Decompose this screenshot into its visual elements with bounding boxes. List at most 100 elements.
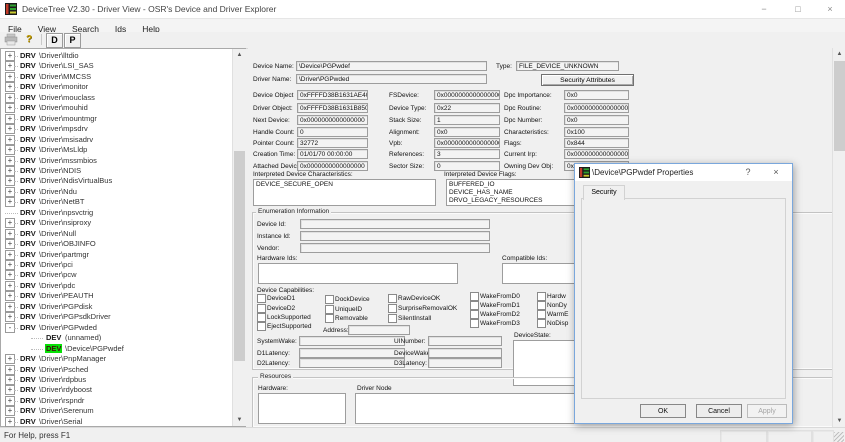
tree-item-driver-lltdio[interactable]: +DRV\Driver\lltdio [1,51,231,61]
tree-item-driver-null[interactable]: +DRV\Driver\Null [1,229,231,239]
tree-item-tag: DRV [19,302,37,311]
print-icon[interactable] [3,33,19,46]
checkbox-nodisp[interactable] [537,319,546,328]
tree-item-driver-pgpdisk[interactable]: +DRV\Driver\PGPdisk [1,302,231,312]
checkbox-dockdevice[interactable] [325,295,334,304]
tree-item-driver-mouhid[interactable]: +DRV\Driver\mouhid [1,103,231,113]
tree-item-label: \Driver\mouclass [39,93,95,102]
tree-item-driver-serenum[interactable]: +DRV\Driver\Serenum [1,406,231,416]
tree-item-label: \Driver\PGPdisk [39,302,92,311]
tree-item-driver-rspndr[interactable]: +DRV\Driver\rspndr [1,396,231,406]
security-attributes-button[interactable]: Security Attributes [541,74,634,86]
tree-item-tag: DRV [19,250,37,259]
tree-scrollbar-thumb[interactable] [234,151,245,361]
checkbox-label-silentinstall: SilentInstall [398,315,431,322]
tree-connector [14,108,18,109]
help-icon[interactable]: ? [21,33,37,46]
tree-item-unnamed[interactable]: DEV(unnamed) [1,333,231,343]
tree-item-device-pgpwdef[interactable]: DEV\Device\PGPwdef [1,344,231,354]
tree-item-driver-rdpbus[interactable]: +DRV\Driver\rdpbus [1,375,231,385]
dialog-help-icon[interactable]: ? [737,166,759,179]
scroll-up-icon[interactable]: ▲ [233,49,246,61]
tree-item-driver-mslldp[interactable]: +DRV\Driver\MsLldp [1,145,231,155]
checkbox-removable[interactable] [325,314,334,323]
vpb-label: Vpb: [389,140,402,147]
panel-scrollbar[interactable]: ▲ ▼ [832,48,845,427]
tree-item-driver-msisadrv[interactable]: +DRV\Driver\msisadrv [1,135,231,145]
tree-item-driver-mouclass[interactable]: +DRV\Driver\mouclass [1,93,231,103]
tree-item-tag: DRV [19,239,37,248]
checkbox-wakefromd0[interactable] [470,292,479,301]
checkbox-nondy[interactable] [537,301,546,310]
tree-item-driver-mpsdrv[interactable]: +DRV\Driver\mpsdrv [1,124,231,134]
tree-item-driver-mmcss[interactable]: +DRV\Driver\MMCSS [1,72,231,82]
checkbox-deviced1[interactable] [257,294,266,303]
tree-item-driver-ndisvirtualbus[interactable]: +DRV\Driver\NdisVirtualBus [1,176,231,186]
tree-item-driver-serial[interactable]: +DRV\Driver\Serial [1,417,231,427]
ok-button[interactable]: OK [640,404,686,418]
close-button[interactable]: × [816,2,844,16]
tree-item-driver-rdyboost[interactable]: +DRV\Driver\rdyboost [1,385,231,395]
checkbox-wakefromd2[interactable] [470,310,479,319]
checkbox-deviced2[interactable] [257,304,266,313]
scroll-up-icon[interactable]: ▲ [833,48,845,60]
tree-item-driver-pcw[interactable]: +DRV\Driver\pcw [1,270,231,280]
tree-item-label: \Driver\nsiproxy [39,218,91,227]
checkbox-warme[interactable] [537,310,546,319]
tree-connector [14,370,18,371]
hardware-ids-box [258,263,458,284]
tree-item-driver-peauth[interactable]: +DRV\Driver\PEAUTH [1,291,231,301]
panel-scrollbar-thumb[interactable] [834,61,845,151]
status-text: For Help, press F1 [4,431,70,440]
resize-grip[interactable] [834,432,844,442]
tree-item-label: \Driver\mountmgr [39,114,97,123]
tree-item-driver-partmgr[interactable]: +DRV\Driver\partmgr [1,250,231,260]
checkbox-hardw[interactable] [537,292,546,301]
tree-item-driver-lsi-sas[interactable]: +DRV\Driver\LSI_SAS [1,61,231,71]
checkbox-uniqueid[interactable] [325,305,334,314]
scroll-down-icon[interactable]: ▼ [233,414,246,426]
tree-item-driver-objinfo[interactable]: +DRV\Driver\OBJINFO [1,239,231,249]
device-type-value: 0x22 [434,103,500,113]
driver-view-button[interactable]: D [46,33,63,48]
tree-item-driver-mountmgr[interactable]: +DRV\Driver\mountmgr [1,114,231,124]
tree-item-driver-pnpmanager[interactable]: +DRV\Driver\PnpManager [1,354,231,364]
checkbox-label-dockdevice: DockDevice [335,296,370,303]
tree-item-driver-monitor[interactable]: +DRV\Driver\monitor [1,82,231,92]
tree-item-driver-nsiproxy[interactable]: +DRV\Driver\nsiproxy [1,218,231,228]
tab-security[interactable]: Security [583,185,625,200]
tree-item-driver-pdc[interactable]: +DRV\Driver\pdc [1,281,231,291]
pnp-view-button[interactable]: P [64,33,81,48]
tree-item-label: \Driver\OBJINFO [39,239,96,248]
scroll-down-icon[interactable]: ▼ [833,415,845,427]
checkbox-surpriseremovalok[interactable] [388,304,397,313]
driver-object-label: Driver Object: [253,105,293,112]
tree-item-driver-netbt[interactable]: +DRV\Driver\NetBT [1,197,231,207]
tree-connector [14,275,18,276]
minimize-button[interactable]: − [750,2,778,16]
tree-scrollbar[interactable]: ▲ ▼ [232,49,246,426]
tree-item-driver-npsvctrig[interactable]: DRV\Driver\npsvctrig [1,208,231,218]
tree-item-driver-psched[interactable]: +DRV\Driver\Psched [1,365,231,375]
checkbox-wakefromd1[interactable] [470,301,479,310]
interpreted-characteristics-box: DEVICE_SECURE_OPEN [253,179,436,206]
tree-item-driver-pgpsdkdriver[interactable]: +DRV\Driver\PGPsdkDriver [1,312,231,322]
tree-item-tag: DRV [19,218,37,227]
tree-item-tag: DRV [19,145,37,154]
checkbox-silentinstall[interactable] [388,314,397,323]
menu-bar: FileViewSearchIdsHelp [0,19,845,32]
tree-item-driver-mssmbios[interactable]: +DRV\Driver\mssmbios [1,156,231,166]
tree-item-driver-ndu[interactable]: +DRV\Driver\Ndu [1,187,231,197]
checkbox-rawdeviceok[interactable] [388,294,397,303]
dialog-close-icon[interactable]: × [765,166,787,179]
checkbox-wakefromd3[interactable] [470,319,479,328]
tree-item-driver-pci[interactable]: +DRV\Driver\pci [1,260,231,270]
checkbox-locksupported[interactable] [257,313,266,322]
maximize-button[interactable]: □ [784,2,812,16]
tree-item-driver-ndis[interactable]: +DRV\Driver\NDIS [1,166,231,176]
checkbox-ejectsupported[interactable] [257,322,266,331]
handle-count-value: 0 [297,127,368,137]
tree-item-tag: DRV [19,417,37,426]
tree-item-driver-pgpwded[interactable]: -DRV\Driver\PGPwded [1,323,231,333]
cancel-button[interactable]: Cancel [696,404,742,418]
